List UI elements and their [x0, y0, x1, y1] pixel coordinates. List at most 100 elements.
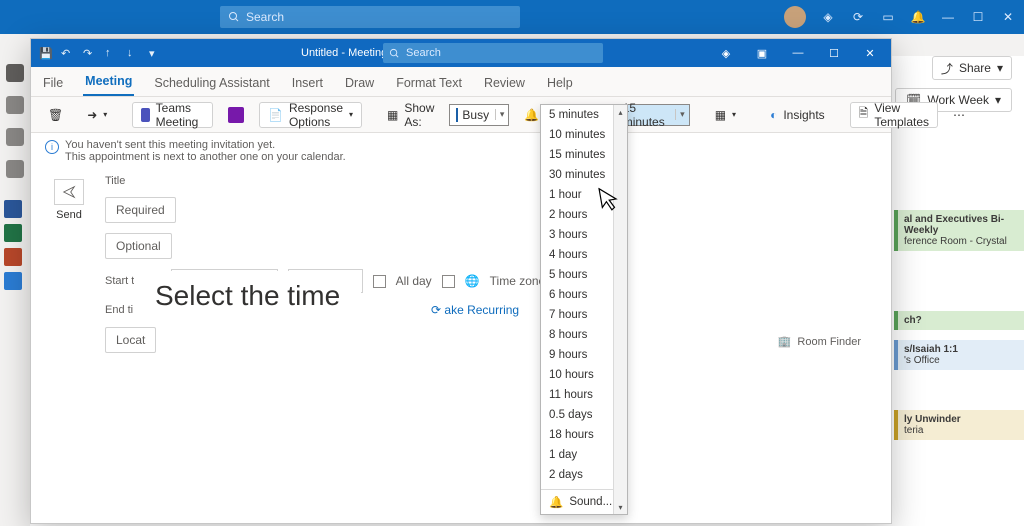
- down-icon[interactable]: ↓: [127, 47, 139, 59]
- outlook-titlebar: Search ◈ ⟳ ▭ 🔔 — ☐ ✕: [0, 0, 1024, 34]
- categorize-icon: ▦: [715, 108, 726, 122]
- bell-icon: 🔔: [524, 108, 539, 122]
- sound-label: Sound...: [569, 496, 612, 508]
- word-tile-icon[interactable]: [4, 200, 22, 218]
- search-placeholder: Search: [406, 47, 441, 59]
- dropdown-scrollbar[interactable]: ▴ ▾: [613, 105, 627, 514]
- showas-label: Show As:: [404, 101, 434, 129]
- restore-icon[interactable]: ▣: [745, 39, 779, 67]
- diamond-icon[interactable]: ◈: [820, 9, 836, 25]
- timezones-checkbox[interactable]: [442, 275, 455, 288]
- calendar-event[interactable]: al and Executives Bi-Weekly ference Room…: [894, 210, 1024, 251]
- tab-meeting[interactable]: Meeting: [83, 68, 134, 96]
- tab-format[interactable]: Format Text: [394, 70, 464, 96]
- calendar-rail-icon[interactable]: [6, 96, 24, 114]
- calendar-event[interactable]: s/Isaiah 1:1 's Office: [894, 340, 1024, 370]
- delete-button[interactable]: 🗑: [39, 102, 72, 128]
- response-icon: 📄: [268, 108, 283, 122]
- tab-file[interactable]: File: [41, 70, 65, 96]
- onenote-icon: [228, 107, 244, 123]
- calendar-event[interactable]: ly Unwinder teria: [894, 410, 1024, 440]
- teams-meeting-button[interactable]: Teams Meeting: [132, 102, 213, 128]
- minimize-button[interactable]: —: [781, 39, 815, 67]
- scroll-down-icon[interactable]: ▾: [614, 500, 627, 514]
- location-button[interactable]: Locat: [105, 327, 156, 353]
- make-recurring-link[interactable]: ⟳ ake Recurring: [431, 303, 519, 317]
- required-button[interactable]: Required: [105, 197, 176, 223]
- response-options-button[interactable]: 📄 Response Options ▾: [259, 102, 362, 128]
- todo-rail-icon[interactable]: [6, 160, 24, 178]
- minimize-icon[interactable]: —: [940, 9, 956, 25]
- insights-button[interactable]: ◐ Insights: [761, 102, 834, 128]
- close-button[interactable]: ✕: [853, 39, 887, 67]
- powerpoint-tile-icon[interactable]: [4, 248, 22, 266]
- user-avatar[interactable]: [784, 6, 806, 28]
- instruction-overlay: Select the time: [135, 272, 360, 322]
- calendar-event[interactable]: ch?: [894, 311, 1024, 330]
- event-title: al and Executives Bi-Weekly: [904, 214, 1018, 236]
- tray-icon[interactable]: ▭: [880, 9, 896, 25]
- busy-swatch-icon: [456, 108, 458, 122]
- event-title: ly Unwinder: [904, 414, 1018, 425]
- tab-draw[interactable]: Draw: [343, 70, 376, 96]
- redo-icon[interactable]: ↷: [83, 47, 95, 59]
- people-rail-icon[interactable]: [6, 128, 24, 146]
- mail-rail-icon[interactable]: [6, 64, 24, 82]
- up-icon[interactable]: ↑: [105, 47, 117, 59]
- optional-button[interactable]: Optional: [105, 233, 172, 259]
- more-icon[interactable]: ▾: [149, 47, 161, 59]
- overflow-button[interactable]: ⋯: [944, 102, 974, 128]
- tab-help[interactable]: Help: [545, 70, 575, 96]
- showas-select[interactable]: Busy: [449, 104, 509, 126]
- forward-button[interactable]: ➜▾: [78, 102, 116, 128]
- send-button[interactable]: [54, 179, 84, 205]
- meeting-search[interactable]: Search: [383, 43, 603, 63]
- maximize-button[interactable]: ☐: [817, 39, 851, 67]
- sync-icon[interactable]: ⟳: [850, 9, 866, 25]
- excel-tile-icon[interactable]: [4, 224, 22, 242]
- send-label: Send: [56, 209, 82, 221]
- chevron-down-icon: ▾: [103, 110, 107, 119]
- search-icon: [389, 48, 400, 59]
- close-icon[interactable]: ✕: [1000, 9, 1016, 25]
- trash-icon: 🗑: [48, 108, 63, 122]
- tab-review[interactable]: Review: [482, 70, 527, 96]
- reminder-dropdown: 5 minutes10 minutes15 minutes30 minutes1…: [540, 104, 628, 515]
- share-button[interactable]: ⤴ Share ▾: [932, 56, 1012, 80]
- mouse-cursor-icon: [598, 184, 622, 213]
- scroll-up-icon[interactable]: ▴: [614, 105, 627, 119]
- globe-icon: 🌐: [465, 274, 480, 288]
- recurring-label: ake Recurring: [444, 303, 519, 317]
- diamond-icon[interactable]: ◈: [709, 39, 743, 67]
- bell-icon[interactable]: 🔔: [910, 9, 926, 25]
- onenote-button[interactable]: [219, 102, 253, 128]
- templates-label: View Templates: [874, 101, 929, 129]
- outlook-leftrail: [0, 56, 30, 526]
- instruction-text: Select the time: [155, 280, 340, 311]
- allday-checkbox[interactable]: [373, 275, 386, 288]
- undo-icon[interactable]: ↶: [61, 47, 73, 59]
- meeting-titlebar: 💾 ↶ ↷ ↑ ↓ ▾ Untitled - Meeting Search ◈ …: [31, 39, 891, 67]
- event-room: teria: [904, 425, 1018, 436]
- todo-tile-icon[interactable]: [4, 272, 22, 290]
- share-icon: ⤴: [941, 60, 953, 77]
- required-label: Required: [116, 203, 165, 217]
- reminder-value: 15 minutes: [623, 101, 669, 129]
- insights-icon: ◐: [770, 108, 777, 122]
- outlook-search[interactable]: Search: [220, 6, 520, 28]
- room-finder-button[interactable]: 🏢 Room Finder: [778, 335, 861, 348]
- recurring-icon: ⟳: [431, 303, 441, 317]
- maximize-icon[interactable]: ☐: [970, 9, 986, 25]
- meeting-window-title: Untitled - Meeting: [301, 47, 387, 59]
- tab-scheduling[interactable]: Scheduling Assistant: [152, 70, 271, 96]
- categorize-button[interactable]: ▦▾: [706, 102, 745, 128]
- optional-label: Optional: [116, 239, 161, 253]
- view-templates-button[interactable]: 🗎 View Templates: [850, 102, 938, 128]
- event-room: ference Room - Crystal: [904, 236, 1018, 247]
- chevron-down-icon: ▾: [995, 93, 1001, 107]
- office-app-tiles: [4, 200, 22, 290]
- event-title: ch?: [904, 315, 1018, 326]
- search-icon: [228, 11, 240, 23]
- save-icon[interactable]: 💾: [39, 47, 51, 59]
- tab-insert[interactable]: Insert: [290, 70, 325, 96]
